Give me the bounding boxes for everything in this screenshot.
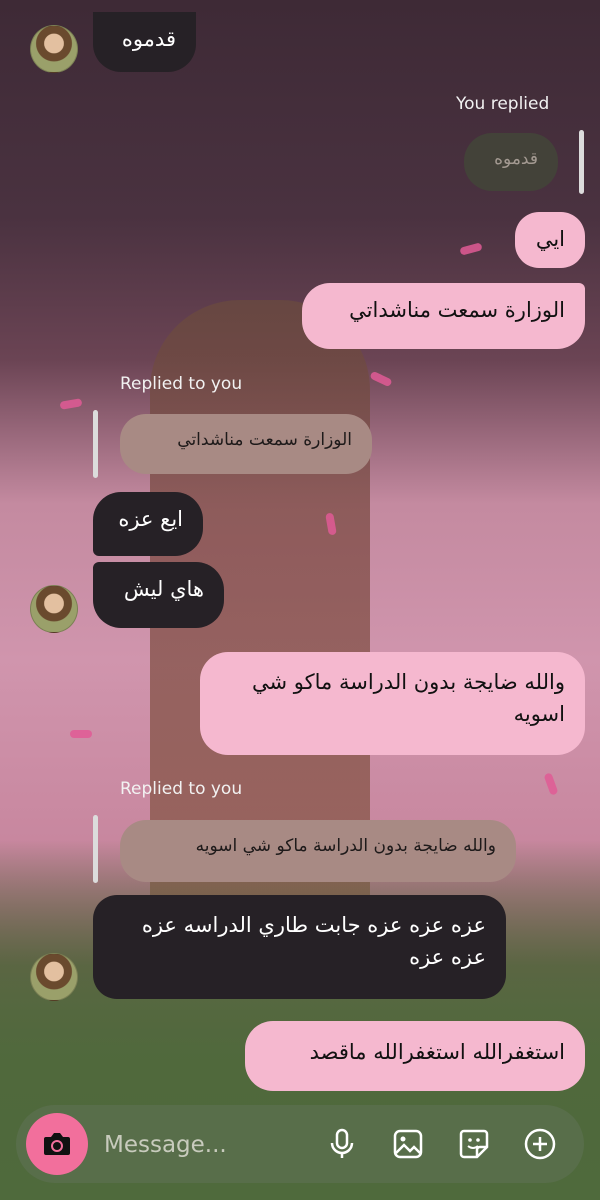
message-bubble-outgoing[interactable]: استغفرالله استغفرالله ماقصد <box>245 1021 585 1091</box>
message-bubble-incoming[interactable]: هاي ليش <box>93 562 224 628</box>
avatar[interactable] <box>30 585 78 633</box>
message-composer <box>16 1105 584 1183</box>
message-bubble-incoming[interactable]: قدموه <box>93 12 196 72</box>
microphone-button[interactable] <box>322 1124 362 1164</box>
add-button[interactable] <box>520 1124 560 1164</box>
message-bubble-outgoing[interactable]: ايي <box>515 212 585 268</box>
background-stitch <box>459 242 483 256</box>
background-stitch <box>70 730 92 738</box>
sticker-button[interactable] <box>454 1124 494 1164</box>
camera-button[interactable] <box>26 1113 88 1175</box>
message-input[interactable] <box>102 1127 306 1163</box>
reply-indicator-bar <box>93 410 98 478</box>
background-stitch <box>59 398 83 410</box>
replied-quote-bubble[interactable]: قدموه <box>464 133 558 191</box>
avatar[interactable] <box>30 25 78 73</box>
message-bubble-outgoing[interactable]: الوزارة سمعت مناشداتي <box>302 283 585 349</box>
plus-icon <box>524 1128 556 1160</box>
gallery-button[interactable] <box>388 1124 428 1164</box>
camera-icon <box>44 1133 70 1155</box>
replied-to-you-label: Replied to you <box>120 374 243 394</box>
background-stitch <box>543 772 559 796</box>
reply-indicator-bar <box>579 130 584 194</box>
background-stitch <box>369 370 393 388</box>
gallery-icon <box>393 1129 423 1159</box>
microphone-icon <box>330 1128 354 1158</box>
message-bubble-incoming[interactable]: عزه عزه عزه جابت طاري الدراسه عزه عزه عز… <box>93 895 506 999</box>
reply-indicator-bar <box>93 815 98 883</box>
you-replied-label: You replied <box>456 94 550 114</box>
message-bubble-incoming[interactable]: ايع عزه <box>93 492 203 556</box>
avatar[interactable] <box>30 953 78 1001</box>
message-bubble-outgoing[interactable]: والله ضايجة بدون الدراسة ماكو شي اسويه <box>200 652 585 755</box>
replied-quote-bubble[interactable]: الوزارة سمعت مناشداتي <box>120 414 372 474</box>
sticker-icon <box>459 1129 489 1159</box>
replied-quote-bubble[interactable]: والله ضايجة بدون الدراسة ماكو شي اسويه <box>120 820 516 882</box>
replied-to-you-label: Replied to you <box>120 779 243 799</box>
